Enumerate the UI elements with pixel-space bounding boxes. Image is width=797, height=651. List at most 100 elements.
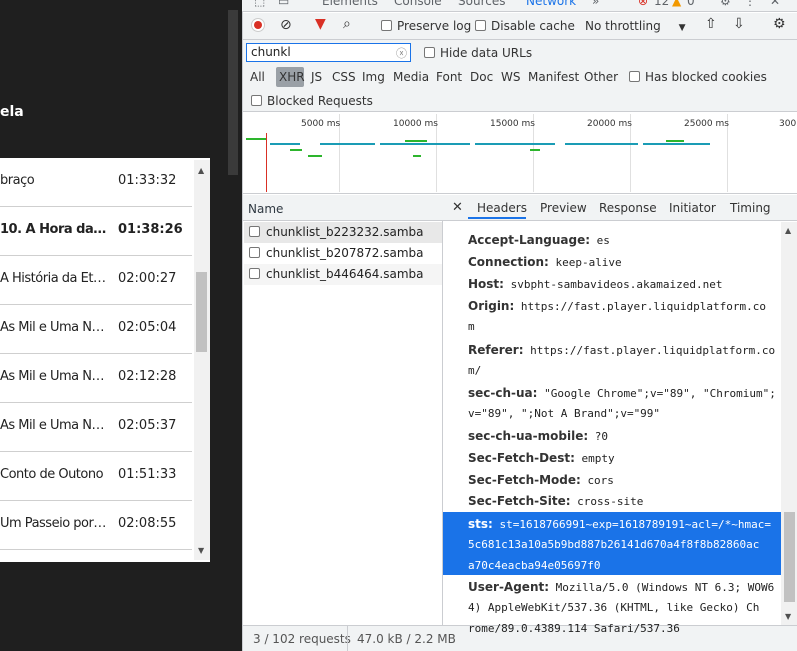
request-name: chunklist_b207872.samba <box>266 246 424 260</box>
type-js[interactable]: JS <box>311 70 322 84</box>
export-har-icon[interactable]: ⇩ <box>733 16 745 32</box>
blocked-requests-checkbox[interactable]: Blocked Requests <box>251 94 373 108</box>
header-value: "Google Chrome";v="89", "Chromium"; <box>544 387 776 400</box>
tab-initiator[interactable]: Initiator <box>669 201 716 215</box>
tab-timing[interactable]: Timing <box>730 201 771 215</box>
request-row[interactable]: chunklist_b446464.samba <box>244 264 442 285</box>
clear-filter-icon[interactable]: ⓧ <box>396 45 407 61</box>
warning-icon: ▲ <box>672 0 682 8</box>
header-value: keep-alive <box>555 256 622 269</box>
type-doc[interactable]: Doc <box>470 70 493 84</box>
error-icon[interactable]: ⊗ <box>638 0 648 8</box>
header-key: Connection: <box>468 255 549 269</box>
list-item[interactable]: Um Passeio por … 02:08:55 <box>0 501 192 550</box>
item-title: As Mil e Uma No… <box>0 369 108 384</box>
clear-icon[interactable]: ⊘ <box>280 17 292 33</box>
header-value: Mozilla/5.0 (Windows NT 6.3; WOW6 <box>555 581 775 594</box>
item-duration: 01:38:26 <box>118 222 183 237</box>
record-button[interactable] <box>251 18 265 32</box>
item-title: As Mil e Uma No… <box>0 418 108 433</box>
request-row[interactable]: chunklist_b223232.samba <box>244 222 442 243</box>
item-title: braço <box>0 173 35 188</box>
page-scroll-thumb[interactable] <box>228 10 238 175</box>
network-settings-icon[interactable]: ⚙ <box>773 16 786 32</box>
type-img[interactable]: Img <box>362 70 385 84</box>
type-all[interactable]: All <box>250 70 265 84</box>
item-duration: 02:08:55 <box>118 516 177 531</box>
scroll-down-icon[interactable]: ▼ <box>785 612 791 621</box>
type-ws[interactable]: WS <box>501 70 520 84</box>
header-key: sec-ch-ua: <box>468 386 538 400</box>
timeline-bar <box>308 155 322 157</box>
scroll-down-icon[interactable]: ▼ <box>198 546 204 555</box>
header-sts-cont[interactable]: a70c4eacba94e05697f0 <box>468 559 600 572</box>
request-row[interactable]: chunklist_b207872.samba <box>244 243 442 264</box>
list-item[interactable]: A História da Et… 02:00:27 <box>0 256 192 305</box>
tab-network[interactable]: Network <box>526 0 576 8</box>
header-sts[interactable]: sts: st=1618766991~exp=1618789191~acl=/*… <box>468 517 771 531</box>
header-sec-ch-ua-cont: v="89", ";Not A Brand";v="99" <box>468 407 661 420</box>
tab-headers[interactable]: Headers <box>477 201 527 215</box>
search-icon[interactable]: ⌕ <box>343 16 351 32</box>
header-sec-ch-ua: sec-ch-ua: "Google Chrome";v="89", "Chro… <box>468 386 776 400</box>
list-item[interactable]: As Mil e Uma No… 02:05:37 <box>0 403 192 452</box>
scroll-up-icon[interactable]: ▲ <box>785 226 791 235</box>
scroll-up-icon[interactable]: ▲ <box>198 166 204 175</box>
list-item[interactable]: As Mil e Uma No… 02:05:04 <box>0 305 192 354</box>
header-key: Accept-Language: <box>468 233 591 247</box>
tab-preview[interactable]: Preview <box>540 201 587 215</box>
item-duration: 02:12:28 <box>118 369 177 384</box>
header-sec-fetch-mode: Sec-Fetch-Mode: cors <box>468 473 614 487</box>
header-sec-ch-ua-mobile: sec-ch-ua-mobile: ?0 <box>468 429 608 443</box>
item-duration: 01:51:33 <box>118 467 177 482</box>
type-manifest[interactable]: Manifest <box>528 70 579 84</box>
filter-icon[interactable]: ▼ <box>315 16 326 32</box>
list-item[interactable]: braço 01:33:32 <box>0 158 192 207</box>
type-media[interactable]: Media <box>393 70 429 84</box>
disable-cache-checkbox[interactable]: Disable cache <box>475 19 575 33</box>
inspect-icon[interactable]: ⬚ <box>254 0 265 8</box>
playlist-scrollbar[interactable]: ▲ ▼ <box>194 160 210 560</box>
tab-elements[interactable]: Elements <box>322 0 378 8</box>
header-sts-cont[interactable]: 5c681c13a10a5b9bd887b26141d670a4f8f8b828… <box>468 538 759 551</box>
type-font[interactable]: Font <box>436 70 462 84</box>
timeline-tick: 10000 ms <box>393 119 438 129</box>
type-xhr[interactable]: XHR <box>279 70 305 84</box>
settings-icon[interactable]: ⚙ <box>720 0 731 8</box>
header-sec-fetch-site: Sec-Fetch-Site: cross-site <box>468 494 643 508</box>
hide-data-urls-checkbox[interactable]: Hide data URLs <box>424 46 532 60</box>
filter-input[interactable]: chunkl ⓧ <box>246 43 411 62</box>
header-key: Host: <box>468 277 504 291</box>
tab-response[interactable]: Response <box>599 201 657 215</box>
device-toolbar-icon[interactable]: ▭ <box>278 0 289 8</box>
preserve-log-checkbox[interactable]: Preserve log <box>381 19 471 33</box>
blocked-cookies-checkbox[interactable]: Has blocked cookies <box>629 70 767 84</box>
name-column-header[interactable]: Name <box>243 195 443 221</box>
page-title: ela <box>0 104 24 120</box>
headers-scroll-thumb[interactable] <box>784 512 795 602</box>
throttling-select[interactable]: No throttling ▼ <box>585 19 686 33</box>
menu-icon[interactable]: ⋮ <box>744 0 756 8</box>
import-har-icon[interactable]: ⇧ <box>705 16 717 32</box>
type-css[interactable]: CSS <box>332 70 356 84</box>
tab-console[interactable]: Console <box>394 0 442 8</box>
close-detail-icon[interactable]: ✕ <box>452 200 463 215</box>
header-host: Host: svbpht-sambavideos.akamaized.net <box>468 277 723 291</box>
tab-sources[interactable]: Sources <box>458 0 505 8</box>
record-icon <box>254 21 262 29</box>
list-item[interactable]: As Mil e Uma No… 02:12:28 <box>0 354 192 403</box>
header-referer-cont: m/ <box>468 364 482 377</box>
item-duration: 02:05:37 <box>118 418 177 433</box>
item-title: Um Passeio por … <box>0 516 108 531</box>
list-item[interactable]: Conto de Outono 01:51:33 <box>0 452 192 501</box>
playlist-scroll-thumb[interactable] <box>196 272 207 352</box>
item-title: Conto de Outono <box>0 467 104 482</box>
header-key: sec-ch-ua-mobile: <box>468 429 589 443</box>
type-other[interactable]: Other <box>584 70 618 84</box>
header-user-agent: User-Agent: Mozilla/5.0 (Windows NT 6.3;… <box>468 580 774 594</box>
close-icon[interactable]: ✕ <box>770 0 780 8</box>
list-item[interactable]: 10. A Hora da E… 01:38:26 <box>0 207 192 256</box>
tab-more[interactable]: » <box>592 0 599 8</box>
item-title: A História da Et… <box>0 271 106 286</box>
timeline-bar <box>320 143 375 145</box>
